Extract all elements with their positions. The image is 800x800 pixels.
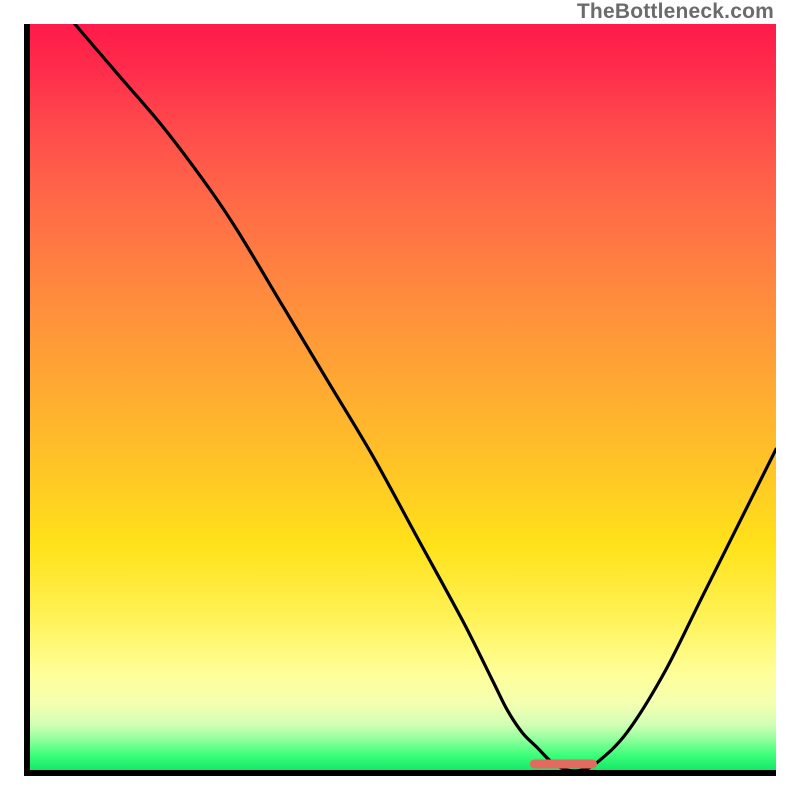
optimal-marker bbox=[530, 760, 597, 769]
chart-svg bbox=[30, 24, 776, 770]
plot-area bbox=[24, 24, 776, 776]
watermark-text: TheBottleneck.com bbox=[577, 0, 774, 24]
chart-container: TheBottleneck.com bbox=[0, 0, 800, 800]
bottleneck-curve bbox=[75, 24, 776, 771]
